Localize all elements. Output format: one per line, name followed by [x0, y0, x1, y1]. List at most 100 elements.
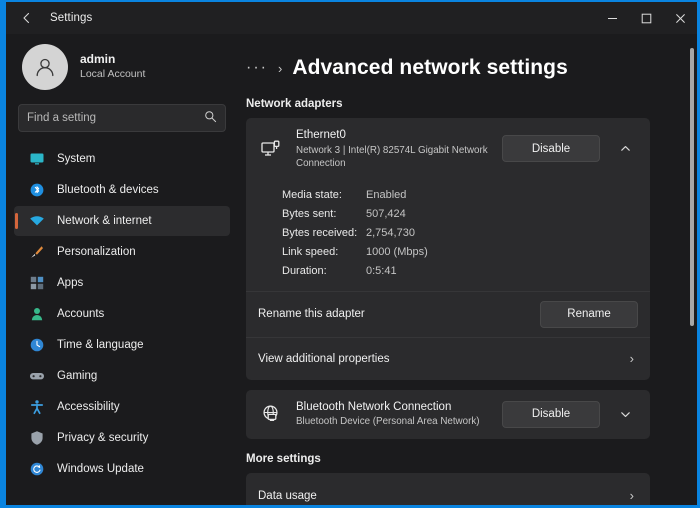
profile-name: admin — [80, 52, 145, 68]
rename-adapter-label: Rename this adapter — [258, 308, 528, 320]
more-settings-card: Data usage › — [246, 473, 650, 505]
detail-value: 1000 (Mbps) — [366, 243, 428, 262]
sidebar-item-bluetooth-devices[interactable]: Bluetooth & devices — [14, 175, 230, 205]
detail-value: 507,424 — [366, 205, 406, 224]
data-usage-row[interactable]: Data usage › — [246, 473, 650, 505]
settings-window: Settings — [0, 0, 700, 508]
close-button[interactable] — [663, 2, 697, 34]
detail-value: 2,754,730 — [366, 224, 415, 243]
section-heading-more-settings: More settings — [246, 453, 697, 465]
section-heading-network-adapters: Network adapters — [246, 98, 697, 110]
detail-key: Media state: — [282, 186, 366, 205]
sidebar-item-windows-update[interactable]: Windows Update — [14, 454, 230, 484]
back-button[interactable] — [10, 3, 44, 33]
sidebar-item-label: Windows Update — [57, 463, 144, 475]
ethernet-adapter-icon — [258, 138, 284, 160]
maximize-button[interactable] — [629, 2, 663, 34]
rename-button[interactable]: Rename — [540, 301, 638, 328]
breadcrumb-overflow-button[interactable]: ··· — [246, 60, 268, 76]
gamepad-icon — [28, 368, 45, 385]
data-usage-label: Data usage — [258, 490, 618, 502]
sidebar-item-label: Apps — [57, 277, 83, 289]
rename-adapter-row: Rename this adapter Rename — [246, 292, 650, 337]
sidebar: admin Local Account — [6, 34, 238, 505]
ethernet-adapter-details: Media state: Enabled Bytes sent: 507,424… — [246, 180, 650, 291]
detail-row: Bytes sent: 507,424 — [282, 205, 638, 224]
user-profile[interactable]: admin Local Account — [14, 34, 230, 104]
apps-icon — [28, 275, 45, 292]
chevron-down-icon[interactable] — [612, 408, 638, 421]
bluetooth-adapter-name: Bluetooth Network Connection — [296, 400, 490, 416]
window-title: Settings — [50, 12, 92, 24]
detail-key: Bytes sent: — [282, 205, 366, 224]
person-icon — [32, 54, 58, 80]
sidebar-item-label: Network & internet — [57, 215, 152, 227]
back-arrow-icon — [20, 11, 34, 25]
update-icon — [28, 461, 45, 478]
bluetooth-network-icon — [258, 403, 284, 425]
sidebar-item-label: Privacy & security — [57, 432, 148, 444]
accessibility-icon — [28, 399, 45, 416]
main-scrollbar[interactable] — [690, 48, 694, 446]
detail-row: Bytes received: 2,754,730 — [282, 224, 638, 243]
person-icon — [28, 306, 45, 323]
sidebar-item-accessibility[interactable]: Accessibility — [14, 392, 230, 422]
chevron-right-icon: › — [630, 351, 638, 366]
detail-key: Duration: — [282, 262, 366, 281]
ethernet-adapter-info: Ethernet0 Network 3 | Intel(R) 82574L Gi… — [296, 128, 490, 170]
detail-row: Media state: Enabled — [282, 186, 638, 205]
minimize-button[interactable] — [595, 2, 629, 34]
maximize-icon — [641, 13, 652, 24]
title-bar: Settings — [6, 2, 697, 34]
main-content: ··· › Advanced network settings Network … — [238, 34, 697, 505]
wifi-icon — [28, 213, 45, 230]
breadcrumb: ··· › Advanced network settings — [246, 34, 697, 96]
avatar — [22, 44, 68, 90]
sidebar-item-label: Personalization — [57, 246, 136, 258]
monitor-icon — [28, 151, 45, 168]
close-icon — [675, 13, 686, 24]
view-additional-properties-label: View additional properties — [258, 353, 618, 365]
bluetooth-adapter-info: Bluetooth Network Connection Bluetooth D… — [296, 400, 490, 429]
sidebar-item-network-internet[interactable]: Network & internet — [14, 206, 230, 236]
sidebar-nav: System Bluetooth & devices — [14, 144, 230, 485]
brush-icon — [28, 244, 45, 261]
chevron-up-icon[interactable] — [612, 142, 638, 155]
sidebar-item-gaming[interactable]: Gaming — [14, 361, 230, 391]
page-title: Advanced network settings — [292, 56, 568, 80]
sidebar-item-label: Bluetooth & devices — [57, 184, 159, 196]
detail-row: Link speed: 1000 (Mbps) — [282, 243, 638, 262]
search-input[interactable] — [27, 112, 204, 124]
sidebar-item-system[interactable]: System — [14, 144, 230, 174]
shield-icon — [28, 430, 45, 447]
profile-account-type: Local Account — [80, 68, 145, 82]
chevron-right-icon: › — [630, 488, 638, 503]
detail-key: Bytes received: — [282, 224, 366, 243]
ethernet-adapter-card: Ethernet0 Network 3 | Intel(R) 82574L Gi… — [246, 118, 650, 380]
sidebar-item-privacy-security[interactable]: Privacy & security — [14, 423, 230, 453]
sidebar-item-label: Accounts — [57, 308, 104, 320]
detail-value: 0:5:41 — [366, 262, 397, 281]
sidebar-item-label: System — [57, 153, 95, 165]
search-box[interactable] — [18, 104, 226, 132]
sidebar-item-time-language[interactable]: Time & language — [14, 330, 230, 360]
ethernet-adapter-row[interactable]: Ethernet0 Network 3 | Intel(R) 82574L Gi… — [246, 118, 650, 180]
bluetooth-adapter-description: Bluetooth Device (Personal Area Network) — [296, 415, 490, 428]
breadcrumb-separator-icon: › — [278, 61, 282, 76]
search-icon — [204, 110, 217, 126]
detail-key: Link speed: — [282, 243, 366, 262]
minimize-icon — [607, 13, 618, 24]
scrollbar-thumb[interactable] — [690, 48, 694, 326]
sidebar-item-label: Time & language — [57, 339, 144, 351]
view-additional-properties-row[interactable]: View additional properties › — [246, 338, 650, 380]
bluetooth-adapter-row[interactable]: Bluetooth Network Connection Bluetooth D… — [246, 390, 650, 439]
sidebar-item-accounts[interactable]: Accounts — [14, 299, 230, 329]
ethernet-adapter-name: Ethernet0 — [296, 128, 490, 144]
sidebar-item-personalization[interactable]: Personalization — [14, 237, 230, 267]
bluetooth-disable-button[interactable]: Disable — [502, 401, 600, 428]
bluetooth-adapter-card: Bluetooth Network Connection Bluetooth D… — [246, 390, 650, 439]
sidebar-item-apps[interactable]: Apps — [14, 268, 230, 298]
detail-value: Enabled — [366, 186, 406, 205]
clock-icon — [28, 337, 45, 354]
ethernet-disable-button[interactable]: Disable — [502, 135, 600, 162]
